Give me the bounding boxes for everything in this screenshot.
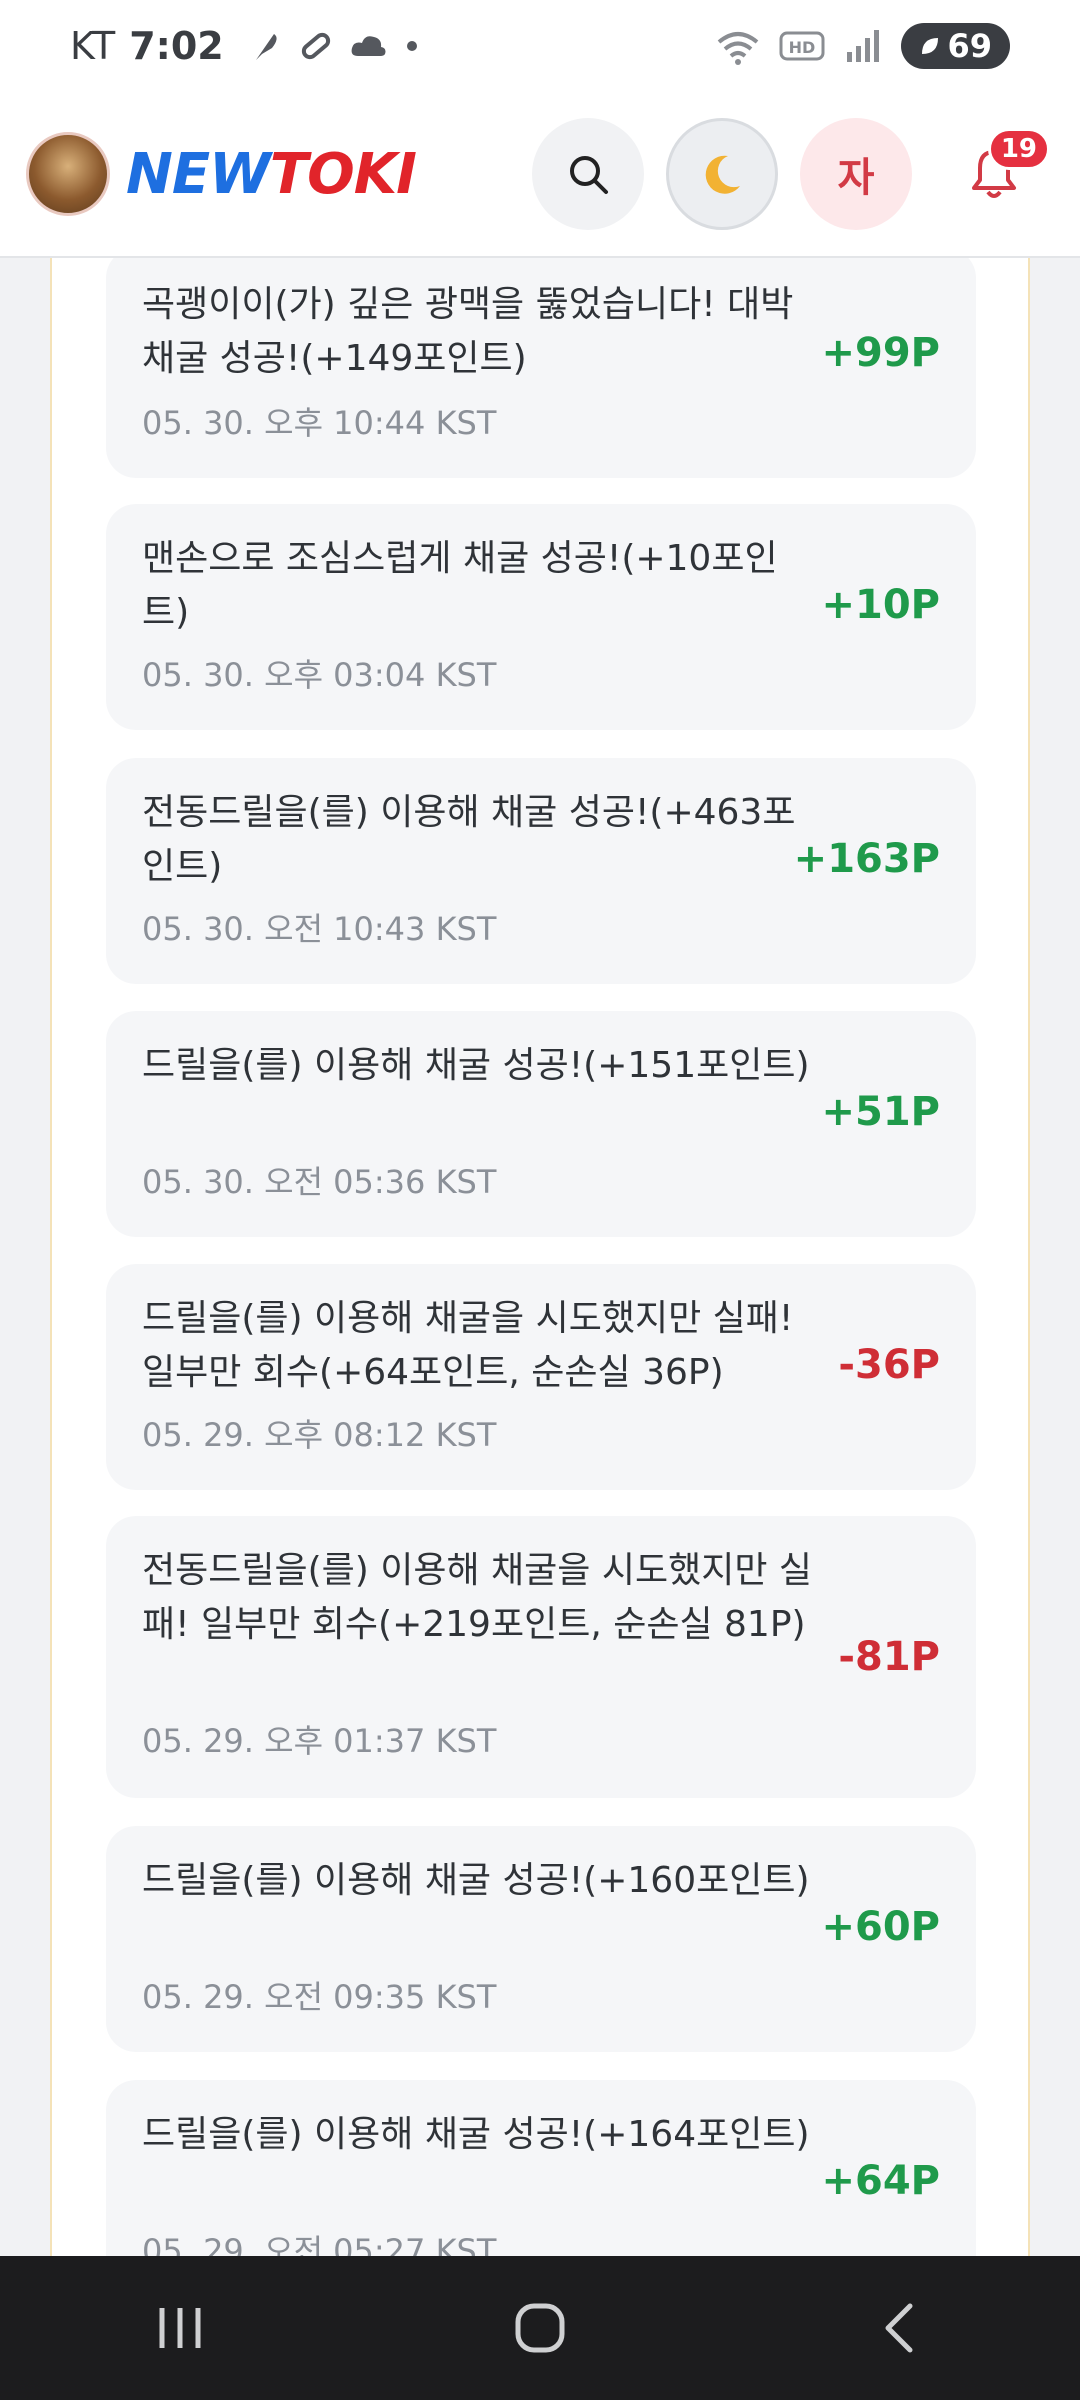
recent-apps-icon [159,2308,201,2348]
cloud-icon [351,36,386,56]
transaction-message: 곡괭이이(가) 깊은 광맥을 뚫었습니다! 대박 채굴 성공!(+149포인트) [142,284,794,379]
site-logo[interactable]: NEWTOKI [126,141,417,207]
user-initial: 자 [837,155,875,201]
transaction-time: 05. 29. 오후 01:37 KST [142,1722,497,1760]
search-icon [570,156,608,194]
transaction-time: 05. 30. 오후 10:44 KST [142,404,497,442]
transaction-amount: +99P [821,330,941,376]
clock: 7:02 [129,24,224,68]
logo-toki-text: TOKI [269,141,417,207]
list-item: 전동드릴을(를) 이용해 채굴 성공!(+463포인트) 05. 30. 오전 … [106,758,976,984]
status-left: KT 7:02 [70,24,422,68]
notification-button[interactable]: 19 [934,118,1054,230]
transaction-message: 드릴을(를) 이용해 채굴 성공!(+164포인트) [142,2114,810,2155]
transaction-message: 드릴을(를) 이용해 채굴 성공!(+160포인트) [142,1860,810,1901]
main-content: 곡괭이이(가) 깊은 광맥을 뚫었습니다! 대박 채굴 성공!(+149포인트)… [50,258,1030,2256]
status-bar: KT 7:02 HD 69 [0,0,1080,92]
logo-avatar[interactable] [26,132,110,216]
user-avatar-button[interactable]: 자 [800,118,912,230]
dark-mode-toggle[interactable] [666,118,778,230]
transaction-message: 드릴을(를) 이용해 채굴을 시도했지만 실패! 일부만 회수(+64포인트, … [142,1298,794,1393]
battery-level: 69 [947,27,992,65]
home-button[interactable] [480,2278,600,2378]
transaction-amount: -81P [838,1634,940,1680]
transaction-message: 맨손으로 조심스럽게 채굴 성공!(+10포인트) [142,538,778,633]
list-item: 드릴을(를) 이용해 채굴 성공!(+151포인트) 05. 30. 오전 05… [106,1011,976,1237]
carrier-label: KT [70,24,116,68]
header-actions: 자 19 [532,118,1054,230]
app-header: NEWTOKI 자 19 [0,92,1080,258]
home-icon [515,2303,565,2353]
back-icon [885,2303,913,2353]
signal-icon [847,30,880,62]
system-nav-bar [0,2256,1080,2400]
back-button[interactable] [840,2278,960,2378]
list-item: 드릴을(를) 이용해 채굴을 시도했지만 실패! 일부만 회수(+64포인트, … [106,1264,976,1490]
transaction-amount: +10P [821,582,941,628]
transaction-time: 05. 30. 오전 10:43 KST [142,910,497,948]
transaction-message: 전동드릴을(를) 이용해 채굴 성공!(+463포인트) [142,792,796,887]
transaction-time: 05. 29. 오전 05:27 KST [142,2232,497,2256]
notification-badge: 19 [987,128,1050,170]
transaction-amount: -36P [838,1342,940,1388]
list-item: 곡괭이이(가) 깊은 광맥을 뚫었습니다! 대박 채굴 성공!(+149포인트)… [106,258,976,478]
transaction-message: 전동드릴을(를) 이용해 채굴을 시도했지만 실패! 일부만 회수(+219포인… [142,1550,813,1645]
pill-icon [301,32,330,60]
transaction-amount: +51P [821,1089,941,1135]
transaction-message: 드릴을(를) 이용해 채굴 성공!(+151포인트) [142,1045,810,1086]
battery-indicator: 69 [901,23,1010,69]
transaction-time: 05. 30. 오후 03:04 KST [142,656,497,694]
hd-icon: HD [779,31,825,61]
logo-new-text: NEW [126,141,271,207]
transaction-amount: +163P [793,836,940,882]
list-item: 전동드릴을(를) 이용해 채굴을 시도했지만 실패! 일부만 회수(+219포인… [106,1516,976,1798]
transaction-time: 05. 29. 오후 08:12 KST [142,1416,497,1454]
svg-text:HD: HD [789,38,816,57]
feather-icon [255,34,277,60]
status-right: HD 69 [715,23,1010,69]
list-item: 맨손으로 조심스럽게 채굴 성공!(+10포인트) 05. 30. 오후 03:… [106,504,976,730]
leaf-icon [922,38,939,54]
search-button[interactable] [532,118,644,230]
wifi-icon [718,32,759,65]
recent-apps-button[interactable] [120,2278,240,2378]
dot-icon [406,41,417,51]
transaction-amount: +64P [821,2158,941,2204]
notification-icons [248,28,422,64]
list-item: 드릴을(를) 이용해 채굴 성공!(+160포인트) 05. 29. 오전 09… [106,1826,976,2052]
transaction-time: 05. 30. 오전 05:36 KST [142,1163,497,1201]
list-item: 드릴을(를) 이용해 채굴 성공!(+164포인트) 05. 29. 오전 05… [106,2080,976,2256]
transaction-time: 05. 29. 오전 09:35 KST [142,1978,497,2016]
moon-icon [705,155,740,194]
transaction-amount: +60P [821,1904,941,1950]
